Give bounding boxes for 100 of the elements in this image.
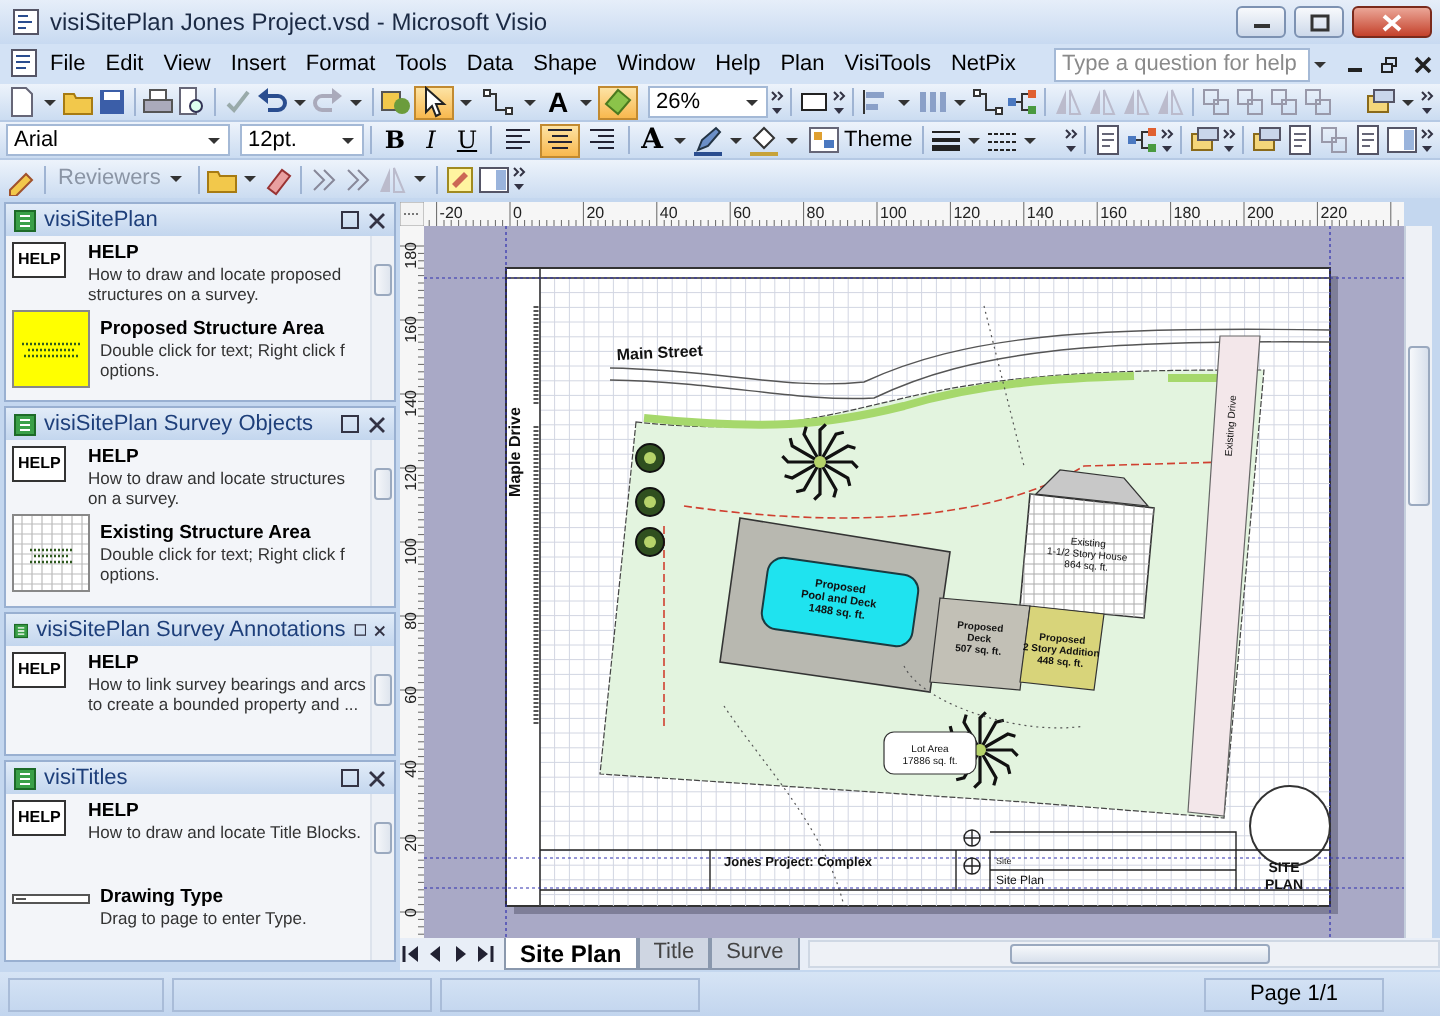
restore-icon[interactable] [340,210,360,230]
caret-icon[interactable] [730,137,742,143]
close-icon[interactable] [368,769,386,787]
layers-icon[interactable] [1364,86,1396,118]
caret-icon[interactable] [580,99,592,105]
task-pane-icon[interactable] [478,163,511,195]
help-shape[interactable]: HELP [12,242,67,278]
caret-icon[interactable] [414,176,427,182]
pointer-tool-button[interactable] [414,85,454,119]
caret-icon[interactable] [1024,137,1037,143]
copy-page-icon[interactable] [1284,124,1316,156]
menu-item[interactable]: Tools [385,45,457,83]
help-search-field[interactable]: Type a question for help [1054,47,1310,81]
toolbar-options-icon[interactable] [832,87,846,117]
help-shape[interactable]: HELP [12,446,67,482]
caret-icon[interactable] [294,99,306,105]
comment-icon[interactable] [444,163,477,195]
close-icon[interactable] [1414,55,1432,73]
restore-icon[interactable] [340,414,360,434]
print-icon[interactable] [142,86,174,118]
menu-item[interactable]: Data [456,45,524,83]
italic-button[interactable]: I [414,123,448,157]
restore-icon[interactable] [340,768,360,788]
restore-icon[interactable] [353,620,367,640]
toolbar-options-icon[interactable] [770,87,784,117]
help-shape[interactable]: HELP [12,800,67,836]
undo-icon[interactable] [256,86,288,118]
restore-icon[interactable] [1380,55,1398,73]
stencil-icon[interactable] [14,413,36,435]
page-tab[interactable]: Title [637,938,711,970]
horizontal-scrollbar[interactable] [807,940,1440,968]
scrollbar[interactable] [370,646,394,754]
line-color-icon[interactable] [692,124,724,156]
theme-button[interactable]: Theme [804,123,917,157]
spelling-check-icon[interactable] [222,86,254,118]
menu-item[interactable]: View [153,45,221,83]
menu-item[interactable]: Help [705,45,771,83]
caret-icon[interactable] [968,137,981,143]
drawing-canvas[interactable] [424,226,1404,938]
network-icon[interactable] [1126,124,1158,156]
toolbar-options-icon[interactable] [1222,125,1236,155]
maximize-button[interactable] [1294,6,1344,38]
menu-item[interactable]: Edit [95,45,154,83]
menu-item[interactable]: Plan [770,45,835,83]
stencil-icon[interactable] [14,209,36,231]
caret-icon[interactable] [898,99,910,105]
caret-icon[interactable] [1402,99,1414,105]
toolbar-options-icon[interactable] [1064,125,1078,155]
text-tool-button[interactable]: A [542,85,574,119]
bold-button[interactable]: B [378,123,412,157]
font-color-button[interactable]: A [636,123,668,157]
caret-icon[interactable] [746,99,758,105]
toolbar-options-icon[interactable] [1420,87,1434,117]
vertical-scrollbar[interactable] [1404,226,1432,938]
document-menu-icon[interactable] [8,48,40,80]
scrollbar[interactable] [370,794,394,960]
stamp-tool-button[interactable] [598,85,638,119]
last-page-icon[interactable] [472,942,496,966]
zoom-field[interactable]: 26% [648,86,768,118]
stencil-icon[interactable] [14,767,36,789]
connector-tool-button[interactable] [478,85,518,119]
menu-item[interactable]: Shape [523,45,607,83]
shapes-icon[interactable] [380,86,412,118]
connect-shapes-icon[interactable] [972,86,1004,118]
page-tab[interactable]: Surve [710,938,800,970]
scrollbar[interactable] [370,440,394,606]
close-icon[interactable] [374,621,386,639]
underline-button[interactable]: U [450,123,484,157]
caret-icon[interactable] [460,99,472,105]
menu-item[interactable]: File [40,45,96,83]
font-size-field[interactable]: 12pt. [240,124,364,156]
caret-icon[interactable] [954,99,966,105]
stencil-icon[interactable] [14,619,29,641]
fill-color-icon[interactable] [748,124,780,156]
page-icon[interactable] [1352,124,1384,156]
existing-area-icon[interactable] [12,514,90,592]
caret-icon[interactable] [1314,61,1326,67]
toolbar-options-icon[interactable] [1160,125,1174,155]
caret-icon[interactable] [342,137,354,143]
first-page-icon[interactable] [400,942,424,966]
next-markup-icon[interactable] [342,163,375,195]
align-center-button[interactable] [540,123,580,157]
help-shape[interactable]: HELP [12,652,67,688]
save-icon[interactable] [96,86,128,118]
caret-icon[interactable] [44,99,56,105]
close-icon[interactable] [368,211,386,229]
caret-icon[interactable] [208,137,220,143]
font-field[interactable]: Arial [6,124,230,156]
report-icon[interactable] [1092,124,1124,156]
menu-item[interactable]: Insert [220,45,296,83]
caret-icon[interactable] [674,137,686,143]
close-icon[interactable] [368,415,386,433]
close-button[interactable] [1352,6,1432,38]
print-preview-icon[interactable] [176,86,208,118]
menu-item[interactable]: NetPix [940,45,1026,83]
proposed-area-icon[interactable] [12,310,90,388]
menu-item[interactable]: Window [606,45,706,83]
menu-item[interactable]: Format [295,45,386,83]
toolbar-options-icon[interactable] [1420,125,1434,155]
layout-icon[interactable] [1006,86,1038,118]
